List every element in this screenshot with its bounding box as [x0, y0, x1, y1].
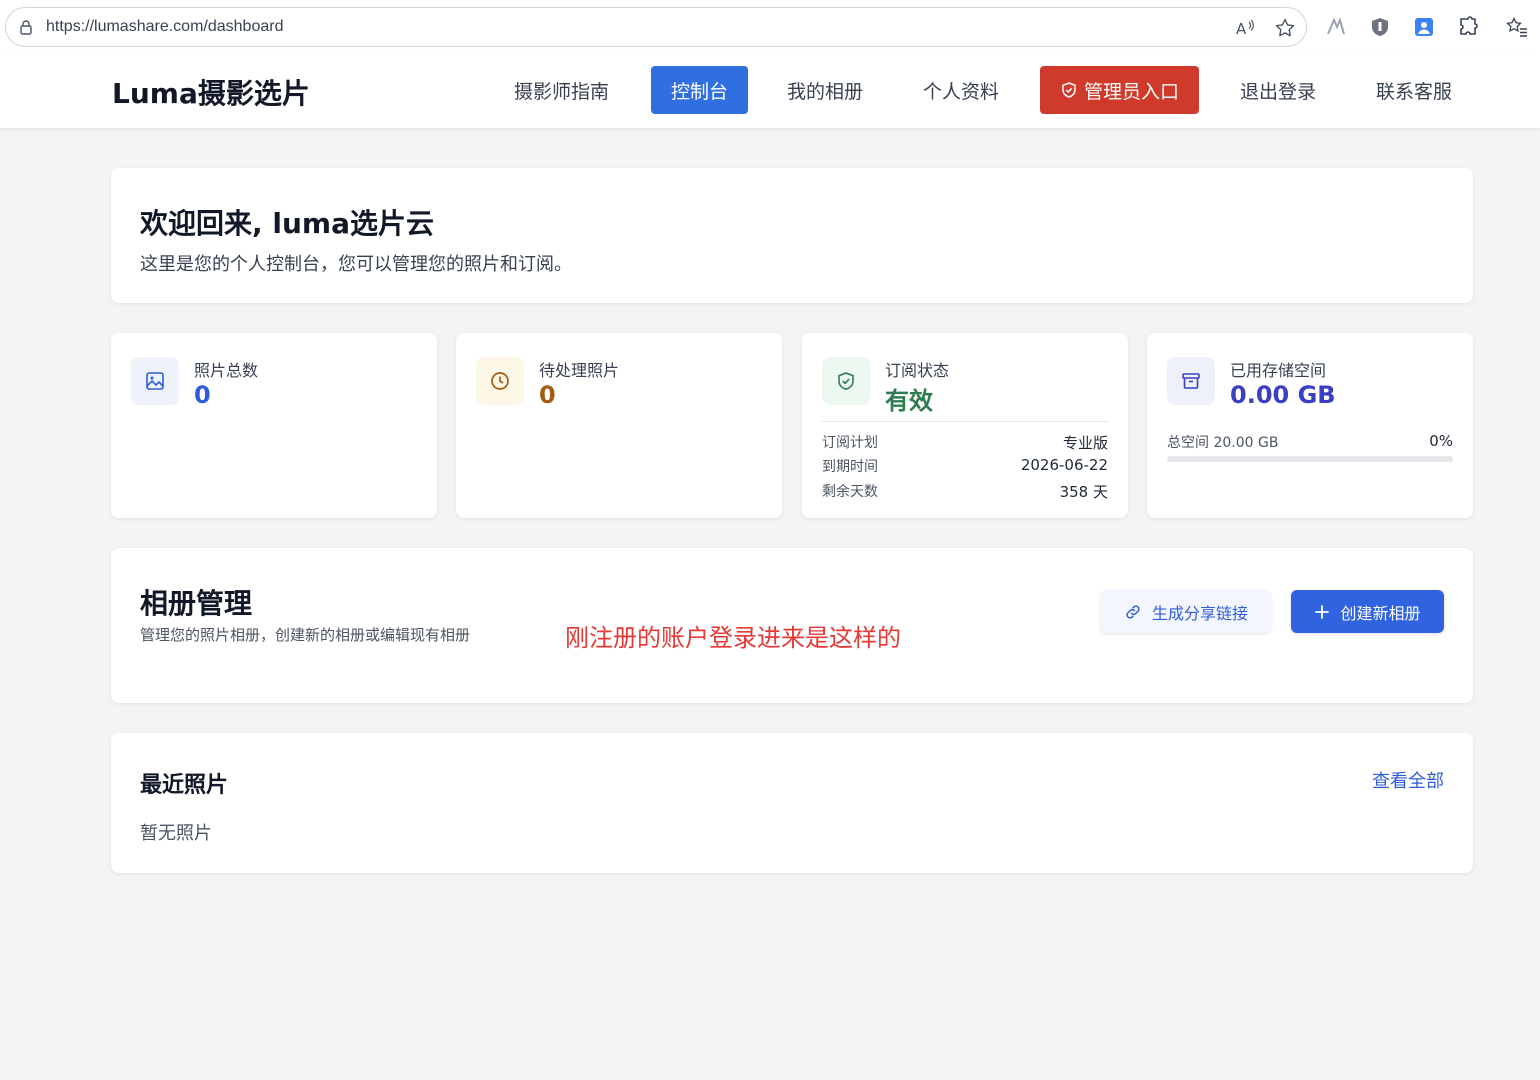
annotation-note: 刚注册的账户登录进来是这样的	[565, 624, 901, 652]
nav-dashboard[interactable]: 控制台	[651, 66, 749, 114]
storage-progress-bar	[1167, 456, 1453, 462]
stat-value: 0.00 GB	[1230, 381, 1336, 409]
stat-card-photos: 照片总数 0	[111, 333, 437, 518]
stat-label: 已用存储空间	[1230, 361, 1327, 380]
nav-photographer-guide[interactable]: 摄影师指南	[494, 66, 629, 114]
archive-box-icon	[1167, 357, 1215, 405]
nav-admin-entry[interactable]: 管理员入口	[1040, 66, 1200, 114]
image-icon	[131, 357, 179, 405]
favorite-star-icon[interactable]	[1274, 17, 1296, 39]
svg-text:A: A	[1236, 20, 1247, 38]
stat-label: 照片总数	[194, 361, 259, 380]
recent-photos-title: 最近照片	[140, 773, 229, 798]
nav-my-albums[interactable]: 我的相册	[767, 66, 883, 114]
stat-card-subscription: 订阅状态 有效 订阅计划 专业版 到期时间 2026-06-22 剩余天数 35…	[802, 333, 1128, 518]
days-remaining-row: 剩余天数 358 天	[822, 483, 1108, 501]
address-bar[interactable]: https://lumashare.com/dashboard A	[5, 7, 1307, 47]
extensions-puzzle-icon[interactable]	[1457, 7, 1479, 47]
shield-check-icon	[1060, 81, 1078, 99]
lock-icon[interactable]	[18, 19, 34, 35]
site-navbar: Luma摄影选片 摄影师指南 控制台 我的相册 个人资料 管理员入口 退出登录 …	[0, 52, 1540, 129]
profile-extension-icon[interactable]	[1413, 7, 1435, 47]
shield-check-icon	[822, 357, 870, 405]
nav-logout[interactable]: 退出登录	[1220, 66, 1336, 114]
stat-card-pending: 待处理照片 0	[456, 333, 782, 518]
generate-share-link-button[interactable]: 生成分享链接	[1101, 590, 1271, 633]
album-section-subtitle: 管理您的照片相册，创建新的相册或编辑现有相册	[140, 626, 471, 644]
extension-a-icon[interactable]	[1325, 7, 1347, 47]
storage-total-row: 总空间 20.00 GB 0%	[1167, 432, 1453, 451]
clock-icon	[476, 357, 524, 405]
shield-extension-icon[interactable]	[1369, 7, 1391, 47]
stat-label: 订阅状态	[885, 361, 950, 380]
stat-card-storage: 已用存储空间 0.00 GB 总空间 20.00 GB 0%	[1147, 333, 1473, 518]
view-all-link[interactable]: 查看全部	[1372, 767, 1444, 793]
album-section-title: 相册管理	[140, 587, 253, 620]
recent-photos-card: 最近照片 查看全部 暂无照片	[111, 733, 1473, 873]
stat-value: 有效	[885, 387, 933, 415]
plus-icon	[1314, 604, 1330, 620]
browser-toolbar: https://lumashare.com/dashboard A	[0, 0, 1540, 52]
plan-row: 订阅计划 专业版	[822, 434, 1108, 452]
welcome-subtitle: 这里是您的个人控制台，您可以管理您的照片和订阅。	[140, 254, 572, 275]
favorites-list-icon[interactable]	[1506, 7, 1528, 47]
brand-logo-text[interactable]: Luma摄影选片	[112, 72, 310, 112]
stat-value: 0	[539, 381, 556, 409]
stat-value: 0	[194, 381, 211, 409]
empty-state-text: 暂无照片	[140, 823, 212, 844]
album-management-card: 相册管理 管理您的照片相册，创建新的相册或编辑现有相册 刚注册的账户登录进来是这…	[111, 548, 1473, 703]
stat-label: 待处理照片	[539, 361, 620, 380]
expire-row: 到期时间 2026-06-22	[822, 456, 1108, 475]
welcome-title: 欢迎回来, luma选片云	[140, 207, 434, 240]
create-album-button[interactable]: 创建新相册	[1291, 590, 1444, 633]
read-aloud-icon[interactable]: A	[1234, 17, 1256, 39]
divider	[822, 421, 1108, 422]
nav-profile[interactable]: 个人资料	[903, 66, 1019, 114]
welcome-card: 欢迎回来, luma选片云 这里是您的个人控制台，您可以管理您的照片和订阅。	[111, 168, 1473, 303]
link-icon	[1124, 603, 1142, 621]
nav-contact-support[interactable]: 联系客服	[1356, 66, 1472, 114]
url-text[interactable]: https://lumashare.com/dashboard	[46, 18, 283, 36]
